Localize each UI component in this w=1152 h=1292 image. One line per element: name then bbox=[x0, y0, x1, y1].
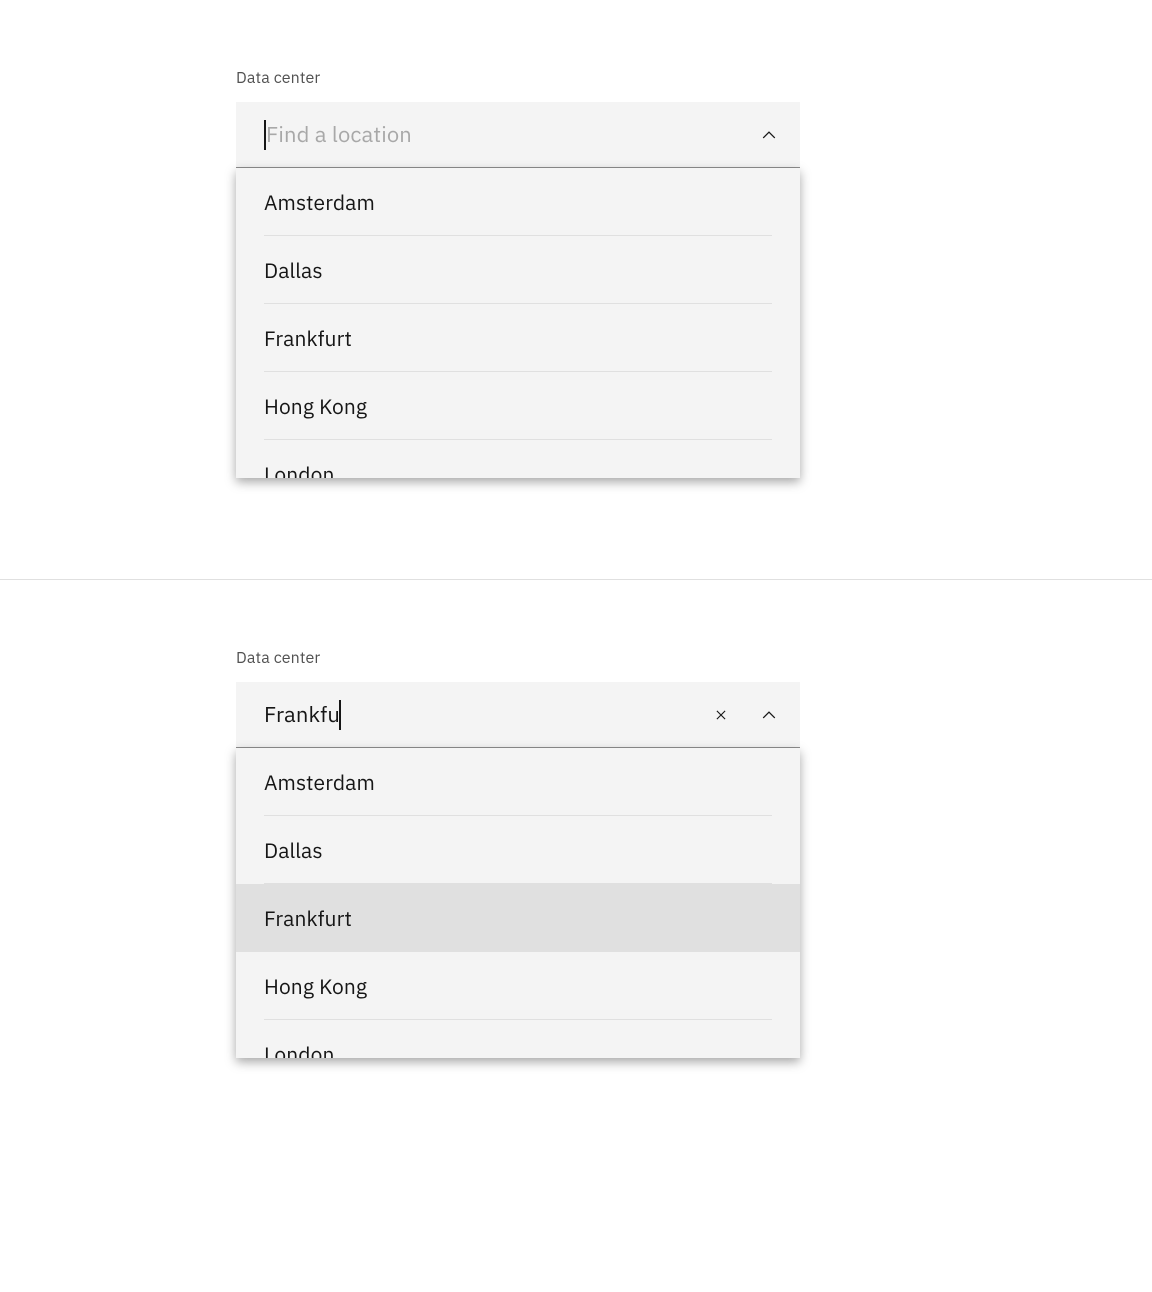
input-wrap[interactable]: Frankfu bbox=[264, 682, 708, 747]
text-cursor bbox=[339, 700, 341, 730]
option-label: Dallas bbox=[264, 256, 323, 284]
location-input[interactable] bbox=[266, 120, 756, 149]
list-item[interactable]: Hong Kong bbox=[236, 372, 800, 440]
input-wrap[interactable] bbox=[264, 102, 756, 167]
example-panel-typed: Data center Frankfu Amsterdam Dallas Fra… bbox=[0, 580, 1152, 1160]
example-panel-empty: Data center Amsterdam Dallas Frankfurt H… bbox=[0, 0, 1152, 580]
option-label: Frankfurt bbox=[264, 904, 352, 932]
chevron-up-icon[interactable] bbox=[756, 702, 782, 728]
combobox-input-wrapper[interactable] bbox=[236, 102, 800, 168]
list-item[interactable]: Dallas bbox=[236, 816, 800, 884]
field-label: Data center bbox=[236, 68, 800, 88]
list-item[interactable]: Amsterdam bbox=[236, 168, 800, 236]
list-item[interactable]: Frankfurt bbox=[236, 304, 800, 372]
list-item[interactable]: London bbox=[236, 1020, 800, 1058]
combobox-input-wrapper[interactable]: Frankfu bbox=[236, 682, 800, 748]
option-label: London bbox=[264, 460, 334, 478]
location-input[interactable]: Frankfu bbox=[264, 700, 340, 729]
option-label: London bbox=[264, 1040, 334, 1058]
option-label: Amsterdam bbox=[264, 188, 375, 216]
combobox-menu: Amsterdam Dallas Frankfurt Hong Kong Lon… bbox=[236, 748, 800, 1058]
option-label: Hong Kong bbox=[264, 972, 367, 1000]
option-label: Frankfurt bbox=[264, 324, 352, 352]
option-label: Amsterdam bbox=[264, 768, 375, 796]
combobox-menu: Amsterdam Dallas Frankfurt Hong Kong Lon… bbox=[236, 168, 800, 478]
list-item[interactable]: Frankfurt bbox=[236, 884, 800, 952]
list-item[interactable]: Amsterdam bbox=[236, 748, 800, 816]
combobox-field: Data center Amsterdam Dallas Frankfurt H… bbox=[236, 68, 800, 478]
option-label: Dallas bbox=[264, 836, 323, 864]
list-item[interactable]: London bbox=[236, 440, 800, 478]
combobox-field: Data center Frankfu Amsterdam Dallas Fra… bbox=[236, 648, 800, 1058]
close-icon[interactable] bbox=[708, 702, 734, 728]
field-label: Data center bbox=[236, 648, 800, 668]
chevron-up-icon[interactable] bbox=[756, 122, 782, 148]
list-item[interactable]: Hong Kong bbox=[236, 952, 800, 1020]
list-item[interactable]: Dallas bbox=[236, 236, 800, 304]
option-label: Hong Kong bbox=[264, 392, 367, 420]
combobox-icons bbox=[708, 702, 782, 728]
combobox-icons bbox=[756, 122, 782, 148]
